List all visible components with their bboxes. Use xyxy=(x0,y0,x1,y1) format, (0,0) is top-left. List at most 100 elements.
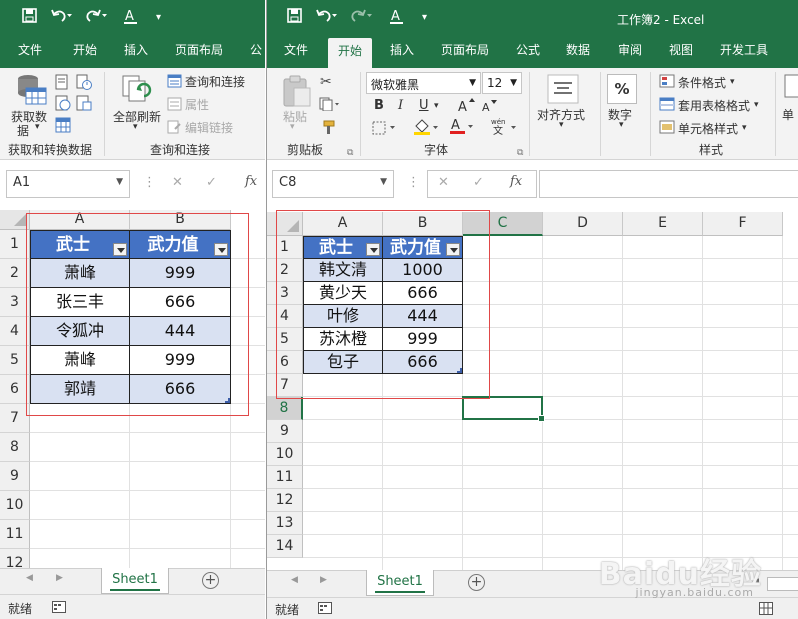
refresh-dropdown-icon[interactable]: ▾ xyxy=(133,122,138,132)
tab-formulas[interactable]: 公式 xyxy=(516,38,540,68)
number-format-icon[interactable]: % xyxy=(607,74,637,104)
cut-icon[interactable]: ✂ xyxy=(320,74,332,90)
tab-data[interactable]: 数据 xyxy=(566,38,590,68)
column-header-f[interactable]: F xyxy=(703,212,783,236)
row-header-11[interactable]: 11 xyxy=(267,466,303,489)
paste-icon[interactable] xyxy=(282,74,312,111)
row-header-8[interactable]: 8 xyxy=(267,397,303,420)
enter-icon[interactable]: ✓ xyxy=(473,175,484,190)
bold-button[interactable]: B xyxy=(374,98,384,113)
column-header-d[interactable]: D xyxy=(543,212,623,236)
add-sheet-icon[interactable]: + xyxy=(202,572,219,589)
worksheet-grid[interactable]: AB 1 2 3 4 5 6 7 8 9 10 11 12 武士 武力值 萧峰 999 张三丰 666 令狐冲 44… xyxy=(0,210,265,578)
sheet-tab-sheet1[interactable]: Sheet1 xyxy=(101,568,169,594)
tab-insert[interactable]: 插入 xyxy=(124,38,148,68)
recent-sources-icon[interactable] xyxy=(76,74,92,93)
format-as-table-dropdown-icon[interactable]: ▾ xyxy=(754,100,759,110)
active-cell-outline[interactable] xyxy=(462,396,545,422)
font-color-button-icon[interactable]: A xyxy=(449,117,475,138)
add-sheet-icon[interactable]: + xyxy=(468,574,485,591)
increase-font-icon[interactable]: A xyxy=(457,97,475,116)
save-icon[interactable] xyxy=(287,8,302,27)
tab-page-layout[interactable]: 页面布局 xyxy=(441,38,489,68)
tab-file[interactable]: 文件 xyxy=(284,38,308,68)
font-size-select[interactable]: 12 ▼ xyxy=(482,72,522,94)
row-header-12[interactable]: 12 xyxy=(267,489,303,512)
formula-input[interactable] xyxy=(539,170,798,198)
cancel-icon[interactable]: ✕ xyxy=(172,175,183,190)
name-box-dropdown-icon[interactable]: ▼ xyxy=(380,177,387,187)
font-color-icon[interactable]: A xyxy=(388,8,406,30)
clipboard-launcher-icon[interactable]: ⧉ xyxy=(347,148,353,158)
sheet-prev-icon[interactable]: ◀ xyxy=(291,575,298,585)
refresh-all-icon[interactable] xyxy=(120,74,154,109)
horizontal-scrollbar[interactable] xyxy=(767,577,798,591)
copy-icon[interactable] xyxy=(319,97,339,114)
macro-record-icon[interactable] xyxy=(318,602,332,617)
redo-icon[interactable] xyxy=(86,8,108,27)
conditional-format-button[interactable]: 条件格式 xyxy=(678,74,726,91)
tab-view[interactable]: 视图 xyxy=(669,38,693,68)
font-size-dropdown-icon[interactable]: ▼ xyxy=(510,78,517,88)
row-header-10[interactable]: 10 xyxy=(0,491,30,520)
decrease-font-icon[interactable]: A xyxy=(481,99,497,116)
insert-function-icon[interactable]: fx xyxy=(245,174,257,189)
enter-icon[interactable]: ✓ xyxy=(206,175,217,190)
formula-bar-options-icon[interactable]: ⋮ xyxy=(407,175,420,190)
sheet-tab-sheet1[interactable]: Sheet1 xyxy=(366,570,434,596)
format-painter-icon[interactable] xyxy=(320,120,336,138)
name-box[interactable]: C8 ▼ xyxy=(272,170,394,198)
qat-more-icon[interactable]: ▾ xyxy=(422,12,427,23)
get-data-icon[interactable] xyxy=(14,72,48,109)
tab-developer[interactable]: 开发工具 xyxy=(720,38,768,68)
queries-connections-icon[interactable] xyxy=(167,74,182,91)
formula-bar-options-icon[interactable]: ⋮ xyxy=(143,175,156,190)
conditional-format-icon[interactable] xyxy=(659,74,675,91)
insert-function-icon[interactable]: fx xyxy=(510,174,522,189)
tab-file[interactable]: 文件 xyxy=(18,38,42,68)
tab-insert[interactable]: 插入 xyxy=(390,38,414,68)
get-data-dropdown-icon[interactable]: ▾ xyxy=(35,122,40,132)
tab-home[interactable]: 开始 xyxy=(73,38,97,68)
sheet-next-icon[interactable]: ▶ xyxy=(320,575,327,585)
cells-group-label[interactable]: 单 xyxy=(782,106,794,123)
conditional-format-dropdown-icon[interactable]: ▾ xyxy=(730,77,735,87)
worksheet-grid[interactable]: ABCDEF 1 2 3 4 5 6 7 8 9 10 11 12 13 14 武士 武力值 韩文清 1000 黄… xyxy=(267,210,798,570)
format-as-table-icon[interactable] xyxy=(659,97,675,114)
cells-icon[interactable] xyxy=(784,74,798,101)
format-as-table-button[interactable]: 套用表格格式 xyxy=(678,97,750,114)
alignment-dropdown-icon[interactable]: ▾ xyxy=(559,120,564,130)
existing-connections-icon[interactable] xyxy=(76,95,92,114)
font-name-select[interactable]: 微软雅黑 ▼ xyxy=(366,72,481,94)
from-web-icon[interactable] xyxy=(55,95,71,114)
sheet-next-icon[interactable]: ▶ xyxy=(56,573,63,583)
cell-styles-icon[interactable] xyxy=(659,120,675,137)
number-dropdown-icon[interactable]: ▾ xyxy=(619,120,624,130)
macro-record-icon[interactable] xyxy=(52,601,66,616)
name-box-dropdown-icon[interactable]: ▼ xyxy=(116,177,123,187)
normal-view-icon[interactable] xyxy=(759,602,773,618)
get-data-label-2[interactable]: 据 xyxy=(17,122,29,139)
queries-connections-button[interactable]: 查询和连接 xyxy=(185,73,245,90)
row-header-13[interactable]: 13 xyxy=(267,512,303,535)
cell-styles-dropdown-icon[interactable]: ▾ xyxy=(742,123,747,133)
sheet-prev-icon[interactable]: ◀ xyxy=(26,573,33,583)
row-header-10[interactable]: 10 xyxy=(267,443,303,466)
borders-icon[interactable] xyxy=(372,121,396,138)
row-header-11[interactable]: 11 xyxy=(0,520,30,549)
alignment-icon[interactable] xyxy=(547,74,579,107)
undo-icon[interactable] xyxy=(315,8,337,27)
row-header-9[interactable]: 9 xyxy=(267,420,303,443)
tab-review[interactable]: 审阅 xyxy=(618,38,642,68)
undo-icon[interactable] xyxy=(50,8,72,27)
cancel-icon[interactable]: ✕ xyxy=(438,175,449,190)
row-header-9[interactable]: 9 xyxy=(0,462,30,491)
column-header-e[interactable]: E xyxy=(623,212,703,236)
name-box[interactable]: A1 ▼ xyxy=(6,170,130,198)
row-header-8[interactable]: 8 xyxy=(0,433,30,462)
tab-page-layout[interactable]: 页面布局 xyxy=(175,38,223,68)
tab-formulas[interactable]: 公 xyxy=(250,38,262,68)
font-launcher-icon[interactable]: ⧉ xyxy=(517,148,523,158)
italic-button[interactable]: I xyxy=(398,98,403,113)
cell-styles-button[interactable]: 单元格样式 xyxy=(678,120,738,137)
